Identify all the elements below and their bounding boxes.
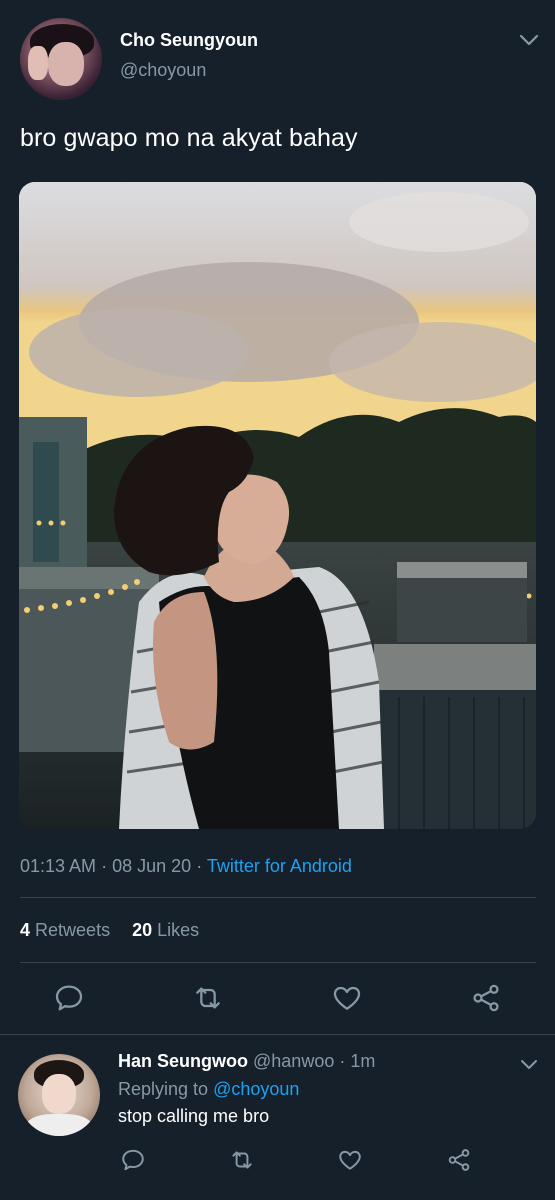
author-handle[interactable]: @choyoun	[120, 60, 206, 81]
tweet-photo[interactable]	[19, 182, 536, 829]
reply-author-avatar[interactable]	[18, 1054, 100, 1136]
reply-author-name[interactable]: Han Seungwoo	[118, 1051, 248, 1071]
chevron-down-icon[interactable]	[518, 32, 540, 48]
retweets-stat[interactable]: 4 Retweets	[20, 920, 110, 940]
chevron-down-icon[interactable]	[520, 1058, 538, 1072]
author-name[interactable]: Cho Seungyoun	[120, 30, 258, 51]
retweet-icon[interactable]	[192, 982, 224, 1014]
share-icon[interactable]	[446, 1147, 472, 1173]
share-icon[interactable]	[470, 982, 502, 1014]
tweet-stats: 4 Retweets 20 Likes	[20, 920, 199, 941]
reply-author-handle[interactable]: @hanwoo	[253, 1051, 334, 1071]
reply-header: Han Seungwoo @hanwoo · 1m	[118, 1051, 375, 1072]
retweet-icon[interactable]	[229, 1147, 255, 1173]
tweet-timestamp: 01:13 AM · 08 Jun 20 · Twitter for Andro…	[20, 856, 352, 876]
tweet-source-link[interactable]: Twitter for Android	[207, 856, 352, 876]
reply-age: · 1m	[339, 1051, 376, 1071]
reply-text: stop calling me bro	[118, 1106, 270, 1126]
like-icon[interactable]	[331, 982, 363, 1014]
likes-stat[interactable]: 20 Likes	[132, 920, 199, 940]
like-icon[interactable]	[337, 1147, 363, 1173]
divider	[0, 1034, 555, 1035]
replying-to-handle[interactable]: @choyoun	[213, 1079, 299, 1099]
author-avatar[interactable]	[20, 18, 102, 100]
tweet-detail-screen: Cho Seungyoun @choyoun bro gwapo mo na a…	[0, 0, 555, 1200]
reply-icon[interactable]	[53, 982, 85, 1014]
reply-icon[interactable]	[120, 1147, 146, 1173]
replying-to: Replying to @choyoun	[118, 1079, 300, 1099]
divider	[20, 897, 536, 898]
tweet-text: bro gwapo mo na akyat bahay	[20, 124, 358, 152]
divider	[20, 962, 536, 963]
